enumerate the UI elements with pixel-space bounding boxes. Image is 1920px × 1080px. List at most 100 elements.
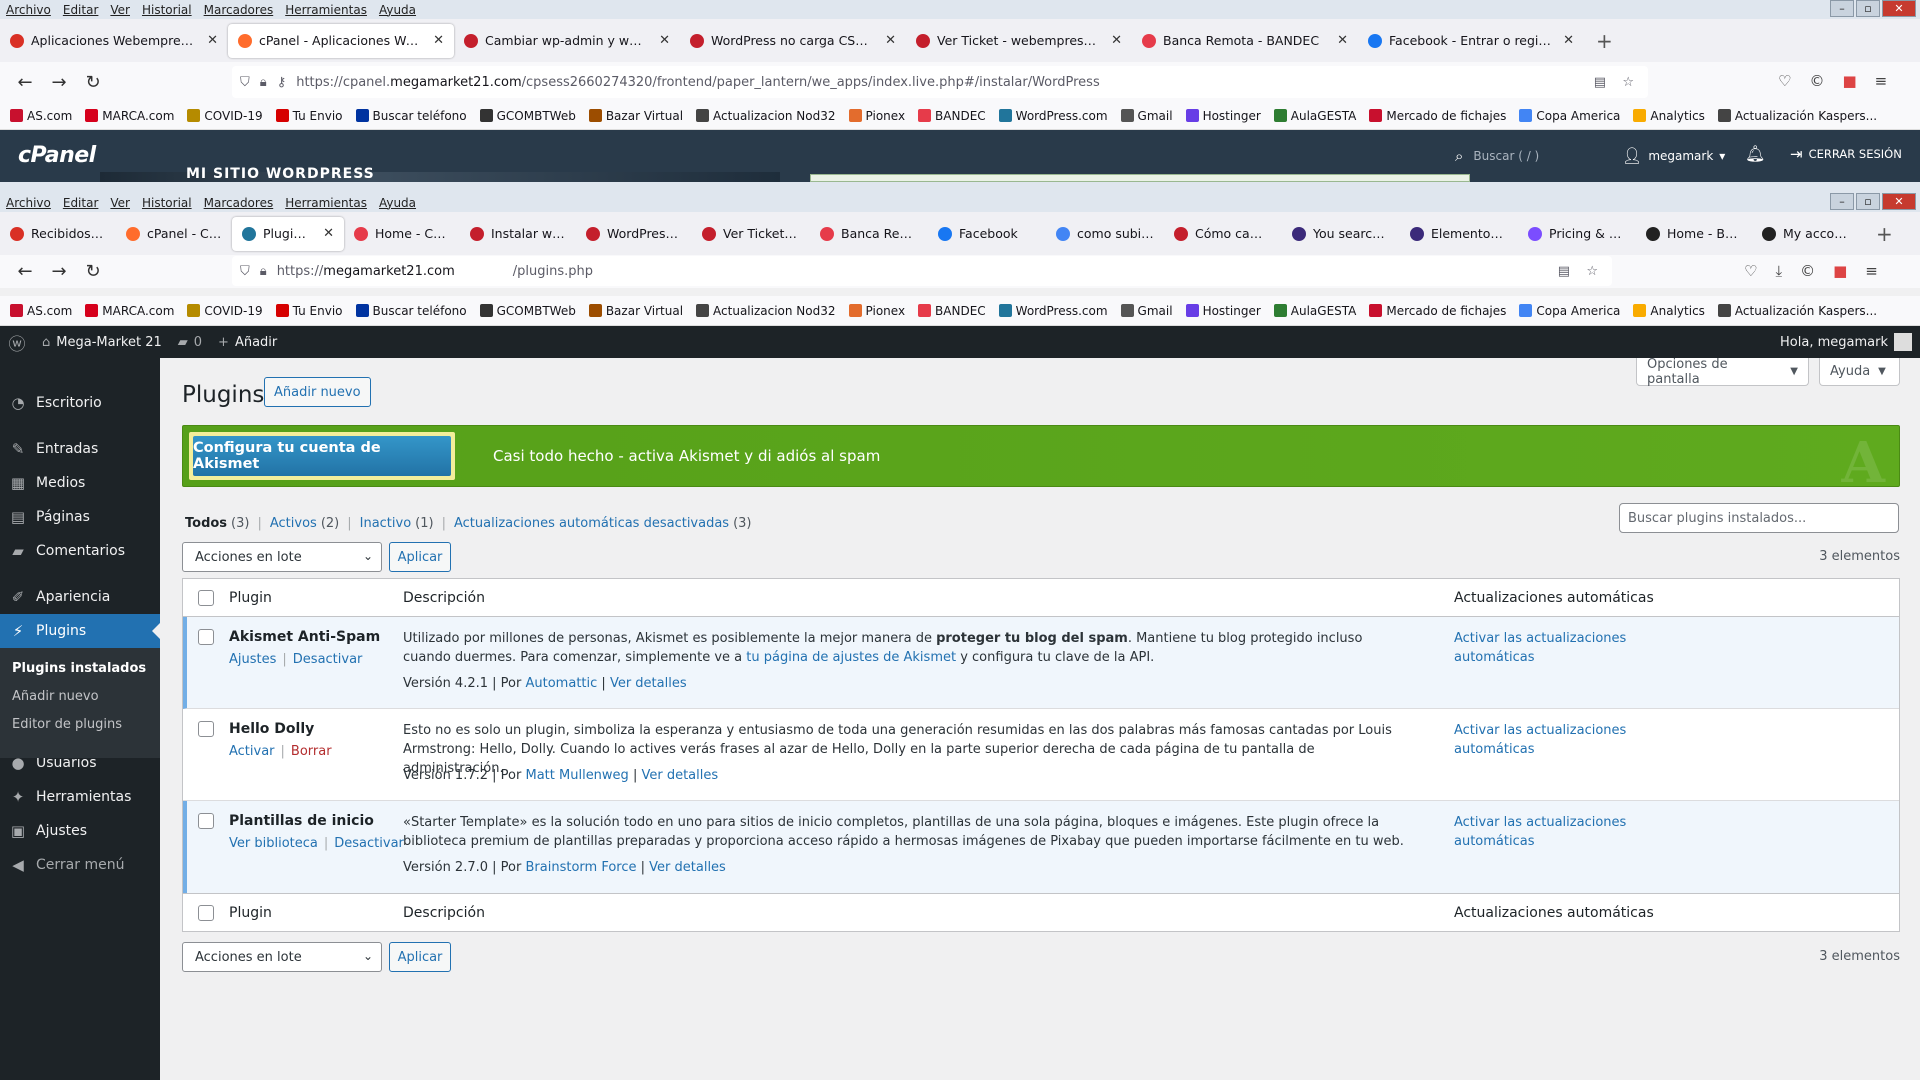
close-tab-icon[interactable]: ✕	[1111, 33, 1122, 48]
akismet-settings-link[interactable]: tu página de ajustes de Akismet	[746, 650, 956, 665]
browser-tab[interactable]: Facebook	[928, 217, 1046, 251]
bookmark-item[interactable]: AS.com	[10, 109, 72, 123]
bookmark-item[interactable]: GCOMBTWeb	[479, 304, 576, 318]
bookmark-item[interactable]: Gmail	[1120, 109, 1173, 123]
bookmark-item[interactable]: Tu Envio	[275, 304, 343, 318]
browser-tab[interactable]: Pricing & Plar	[1518, 217, 1636, 251]
bookmark-item[interactable]: Actualización Kaspers...	[1717, 109, 1877, 123]
browser-tab[interactable]: Home - Brand	[1636, 217, 1752, 251]
bookmark-item[interactable]: Bazar Virtual	[588, 304, 683, 318]
bookmark-item[interactable]: Hostinger	[1185, 304, 1261, 318]
menu-archivo[interactable]: Archivo	[6, 3, 51, 17]
browser-tab[interactable]: Plugins < M ✕	[232, 216, 344, 251]
menu-marcadores[interactable]: Marcadores	[204, 196, 274, 210]
bookmark-item[interactable]: Analytics	[1633, 304, 1705, 318]
account-icon[interactable]: ©	[1800, 262, 1815, 280]
bookmark-item[interactable]: MARCA.com	[85, 304, 174, 318]
browser-tab[interactable]: Cómo cambia	[1164, 217, 1282, 251]
new-content-link[interactable]: + Añadir	[210, 335, 285, 350]
bookmark-item[interactable]: WordPress.com	[998, 304, 1108, 318]
browser-tab[interactable]: Recibidos (1)	[0, 217, 116, 251]
bookmark-item[interactable]: GCOMBTWeb	[479, 109, 576, 123]
help-button[interactable]: Ayuda ▼	[1819, 358, 1900, 386]
filter-inactive[interactable]: Inactivo	[360, 516, 412, 531]
browser-tab[interactable]: My account -	[1752, 217, 1864, 251]
add-new-plugin-button[interactable]: Añadir nuevo	[264, 377, 371, 407]
bookmark-item[interactable]: Copa America	[1519, 109, 1620, 123]
reload-icon[interactable]: ↻	[76, 72, 110, 93]
screen-options-button[interactable]: Opciones de pantalla ▼	[1636, 357, 1809, 387]
bookmark-item[interactable]: Hostinger	[1185, 109, 1261, 123]
browser-tab[interactable]: You searched	[1282, 217, 1400, 251]
browser-tab[interactable]: WordPress no	[576, 217, 692, 251]
download-icon[interactable]: ⤓	[1775, 262, 1782, 280]
browser-tab[interactable]: Instalar wordp	[460, 217, 576, 251]
pocket-icon[interactable]: ♡	[1778, 72, 1791, 90]
filter-active[interactable]: Activos	[270, 516, 317, 531]
close-tab-icon[interactable]: ✕	[207, 33, 218, 48]
settings-link[interactable]: Ajustes	[229, 652, 276, 667]
menu-archivo[interactable]: Archivo	[6, 196, 51, 210]
menu-historial[interactable]: Historial	[142, 3, 192, 17]
menu-marcadores[interactable]: Marcadores	[204, 3, 274, 17]
new-tab-icon[interactable]: +	[1876, 222, 1893, 246]
menu-historial[interactable]: Historial	[142, 196, 192, 210]
author-link[interactable]: Matt Mullenweg	[526, 768, 629, 783]
filter-all[interactable]: Todos	[185, 516, 227, 531]
menu-ver[interactable]: Ver	[110, 196, 130, 210]
cpanel-logo[interactable]: cPanel	[18, 143, 96, 168]
browser-tab[interactable]: Cambiar wp-admin y wp-login ✕	[454, 24, 680, 58]
minimize-icon[interactable]: –	[1830, 0, 1854, 17]
back-icon[interactable]: ←	[8, 72, 42, 93]
browser-tab[interactable]: Aplicaciones Webempresa - Nu ✕	[0, 24, 228, 58]
bookmark-item[interactable]: Copa America	[1519, 304, 1620, 318]
menu-editar[interactable]: Editar	[63, 3, 99, 17]
sidebar-item-apariencia[interactable]: ✐ Apariencia	[0, 580, 160, 614]
extension-icon[interactable]: ■	[1833, 262, 1847, 280]
details-link[interactable]: Ver detalles	[649, 860, 726, 875]
star-icon[interactable]: ☆	[1622, 75, 1634, 90]
bookmark-item[interactable]: Buscar teléfono	[355, 304, 467, 318]
reader-icon[interactable]: ▤	[1558, 264, 1570, 279]
hamburger-icon[interactable]: ≡	[1875, 72, 1888, 90]
wordpress-logo-icon[interactable]: ⓦ	[0, 326, 34, 358]
cpanel-search[interactable]: ⌕ Buscar ( / )	[1455, 147, 1539, 165]
reload-icon[interactable]: ↻	[76, 261, 110, 282]
bookmark-item[interactable]: Gmail	[1120, 304, 1173, 318]
details-link[interactable]: Ver detalles	[610, 676, 687, 691]
author-link[interactable]: Automattic	[526, 676, 598, 691]
submenu-item[interactable]: Añadir nuevo	[0, 682, 160, 710]
bookmark-item[interactable]: AulaGESTA	[1273, 304, 1356, 318]
bulk-actions-select-top[interactable]: Acciones en lote ⌄	[182, 542, 382, 572]
cpanel-user-menu[interactable]: 👤︎ megamark ▾	[1622, 146, 1725, 165]
view-library-link[interactable]: Ver biblioteca	[229, 836, 318, 851]
sidebar-item-escritorio[interactable]: ◔ Escritorio	[0, 386, 160, 420]
bookmark-item[interactable]: Actualizacion Nod32	[696, 304, 836, 318]
deactivate-link[interactable]: Desactivar	[334, 836, 404, 851]
menu-herramientas[interactable]: Herramientas	[285, 196, 367, 210]
row-checkbox[interactable]	[198, 813, 214, 829]
author-link[interactable]: Brainstorm Force	[526, 860, 637, 875]
close-window-icon[interactable]: ✕	[1882, 0, 1916, 17]
bookmark-item[interactable]: COVID-19	[187, 109, 263, 123]
extension-icon[interactable]: ■	[1842, 72, 1856, 90]
deactivate-link[interactable]: Desactivar	[293, 652, 363, 667]
row-checkbox[interactable]	[198, 629, 214, 645]
bell-icon[interactable]: 🔔︎	[1745, 144, 1765, 163]
bookmark-item[interactable]: Pionex	[848, 304, 905, 318]
sidebar-item-ajustes[interactable]: ▣ Ajustes	[0, 814, 160, 848]
maximize-icon[interactable]: ▫	[1856, 0, 1880, 17]
bookmark-item[interactable]: Analytics	[1633, 109, 1705, 123]
bookmark-item[interactable]: Pionex	[848, 109, 905, 123]
sidebar-item-comentarios[interactable]: ▰ Comentarios	[0, 534, 160, 568]
site-name-link[interactable]: ⌂ Mega-Market 21	[34, 335, 170, 350]
enable-autoupdates-link[interactable]: Activar las actualizaciones automáticas	[1454, 629, 1654, 667]
browser-tab[interactable]: Banca Remota - BANDEC ✕	[1132, 24, 1358, 58]
enable-autoupdates-link[interactable]: Activar las actualizaciones automáticas	[1454, 813, 1654, 851]
user-greeting[interactable]: Hola, megamark	[1780, 326, 1912, 358]
maximize-icon[interactable]: ▫	[1856, 193, 1880, 210]
bookmark-item[interactable]: BANDEC	[918, 109, 986, 123]
select-all-checkbox-bottom[interactable]	[198, 905, 214, 921]
akismet-setup-button[interactable]: Configura tu cuenta de Akismet	[189, 432, 455, 480]
reader-icon[interactable]: ▤	[1594, 75, 1606, 90]
